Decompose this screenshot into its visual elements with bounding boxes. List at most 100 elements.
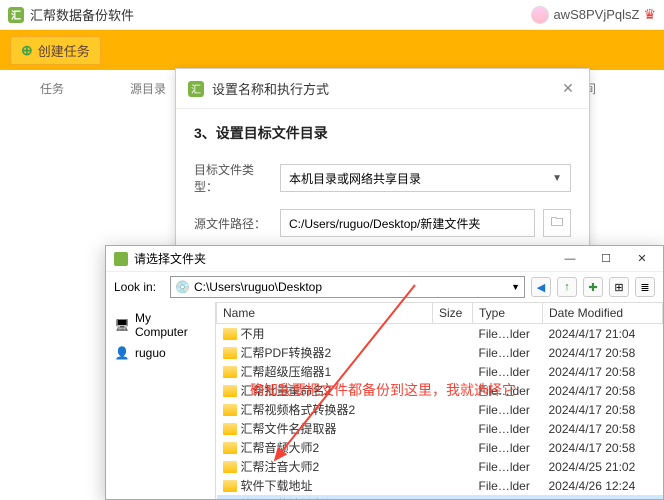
new-folder-icon: ✚ [588, 281, 597, 294]
folder-icon [223, 499, 237, 500]
close-button[interactable]: ✕ [627, 248, 657, 270]
target-type-label: 目标文件类型： [194, 161, 272, 195]
plus-icon: ⊕ [21, 42, 33, 59]
up-arrow-icon: ↑ [564, 281, 570, 293]
file-name: 软件下载地址 [241, 477, 313, 494]
source-path-input[interactable]: C:/Users/ruguo/Desktop/新建文件夹 [280, 209, 535, 237]
file-date: 2024/4/17 20:58 [543, 343, 663, 362]
avatar-icon [531, 6, 549, 24]
ribbon: ⊕ 创建任务 [0, 30, 664, 70]
user-name: awS8PVjPqlsZ [553, 7, 639, 22]
col-size[interactable]: Size [433, 303, 473, 324]
picker-pane: 🖥 My Computer 👤 ruguo Name Size Type Dat… [106, 302, 663, 499]
folder-icon [223, 385, 237, 397]
file-date: 2024/4/17 20:58 [543, 362, 663, 381]
picker-sidebar: 🖥 My Computer 👤 ruguo [106, 302, 216, 499]
file-name: 不用 [241, 325, 265, 342]
table-row[interactable]: 汇帮视频格式转换器2File…lder2024/4/17 20:58 [217, 400, 663, 419]
maximize-button[interactable]: ☐ [591, 248, 621, 270]
folder-icon [223, 366, 237, 378]
user-area[interactable]: awS8PVjPqlsZ ♛ [531, 6, 656, 24]
browse-folder-button[interactable]: 🗀 [543, 209, 571, 237]
new-folder-button[interactable]: ✚ [583, 277, 603, 297]
file-size [433, 362, 473, 381]
folder-icon [223, 423, 237, 435]
target-type-value: 本机目录或网络共享目录 [289, 170, 421, 187]
up-button[interactable]: ↑ [557, 277, 577, 297]
source-path-value: C:/Users/ruguo/Desktop/新建文件夹 [289, 215, 480, 232]
table-row[interactable]: 汇帮超级压缩器1File…lder2024/4/17 20:58 [217, 362, 663, 381]
user-icon: 👤 [114, 345, 130, 361]
detail-icon: ≣ [640, 281, 649, 294]
file-date: 2024/4/26 12:24 [543, 476, 663, 495]
target-type-select[interactable]: 本机目录或网络共享目录 ▼ [280, 164, 571, 192]
userfolder-label: ruguo [135, 346, 166, 360]
file-name: 汇帮注音大师2 [241, 458, 320, 475]
target-type-row: 目标文件类型： 本机目录或网络共享目录 ▼ [194, 161, 571, 195]
table-row[interactable]: 软件下载地址备份File…lder2024/4/26 12:26 [217, 495, 663, 499]
table-row[interactable]: 汇帮批量重命名2 File…lder2024/4/17 20:58 [217, 381, 663, 400]
back-button[interactable]: ◀ [531, 277, 551, 297]
file-date: 2024/4/17 20:58 [543, 381, 663, 400]
col-date[interactable]: Date Modified [543, 303, 663, 324]
folder-icon [223, 404, 237, 416]
app-small-icon: 汇 [188, 81, 204, 97]
table-row[interactable]: 汇帮音频大师2File…lder2024/4/17 20:58 [217, 438, 663, 457]
settings-header: 汇 设置名称和执行方式 ✕ [176, 69, 589, 109]
lookin-path: C:\Users\ruguo\Desktop [194, 280, 322, 294]
close-icon[interactable]: ✕ [559, 80, 577, 98]
settings-title: 设置名称和执行方式 [212, 79, 559, 98]
picker-title: 请选择文件夹 [134, 250, 549, 267]
file-name: 汇帮视频格式转换器2 [241, 401, 356, 418]
sidebar-item-user[interactable]: 👤 ruguo [112, 342, 209, 364]
folder-icon [223, 328, 237, 340]
settings-dialog: 汇 设置名称和执行方式 ✕ 3、设置目标文件目录 目标文件类型： 本机目录或网络… [175, 68, 590, 267]
mycomputer-label: My Computer [135, 311, 207, 339]
table-row[interactable]: 汇帮文件名提取器File…lder2024/4/17 20:58 [217, 419, 663, 438]
back-icon: ◀ [537, 281, 545, 294]
chevron-down-icon: ▼ [511, 282, 520, 292]
file-type: File…lder [473, 343, 543, 362]
folder-icon [223, 347, 237, 359]
detail-view-button[interactable]: ≣ [635, 277, 655, 297]
sidebar-item-mycomputer[interactable]: 🖥 My Computer [112, 308, 209, 342]
file-type: File…lder [473, 476, 543, 495]
file-size [433, 476, 473, 495]
col-type[interactable]: Type [473, 303, 543, 324]
lookin-combo[interactable]: 💿 C:\Users\ruguo\Desktop ▼ [170, 276, 525, 298]
file-name: 汇帮PDF转换器2 [241, 344, 332, 361]
file-type: File…lder [473, 457, 543, 476]
file-name: 汇帮音频大师2 [241, 439, 320, 456]
file-type: File…lder [473, 495, 543, 499]
file-name: 汇帮批量重命名2 [241, 382, 332, 399]
picker-app-icon [114, 252, 128, 266]
table-row[interactable]: 汇帮注音大师2 File…lder2024/4/25 21:02 [217, 457, 663, 476]
file-list[interactable]: Name Size Type Date Modified 不用 File…lder… [216, 302, 663, 499]
chevron-down-icon: ▼ [552, 173, 562, 184]
file-date: 2024/4/17 21:04 [543, 324, 663, 344]
app-title: 汇帮数据备份软件 [30, 5, 531, 24]
file-type: File…lder [473, 381, 543, 400]
file-type: File…lder [473, 419, 543, 438]
file-size [433, 438, 473, 457]
table-row[interactable]: 汇帮PDF转换器2 File…lder2024/4/17 20:58 [217, 343, 663, 362]
settings-body: 3、设置目标文件目录 目标文件类型： 本机目录或网络共享目录 ▼ 源文件路径： … [176, 109, 589, 266]
file-date: 2024/4/25 21:02 [543, 457, 663, 476]
folder-icon [223, 480, 237, 492]
file-date: 2024/4/17 20:58 [543, 400, 663, 419]
list-view-button[interactable]: ⊞ [609, 277, 629, 297]
col-name[interactable]: Name [217, 303, 433, 324]
file-size [433, 324, 473, 344]
col-task: 任务 [40, 80, 130, 97]
file-size [433, 457, 473, 476]
create-task-button[interactable]: ⊕ 创建任务 [10, 36, 101, 65]
create-task-label: 创建任务 [38, 41, 90, 60]
minimize-button[interactable]: — [555, 248, 585, 270]
file-type: File…lder [473, 324, 543, 344]
table-row[interactable]: 不用 File…lder2024/4/17 21:04 [217, 324, 663, 344]
file-date: 2024/4/26 12:26 [543, 495, 663, 499]
crown-icon: ♛ [643, 6, 656, 23]
table-row[interactable]: 软件下载地址 File…lder2024/4/26 12:24 [217, 476, 663, 495]
lookin-label: Look in: [114, 280, 164, 294]
folder-picker-dialog: 请选择文件夹 — ☐ ✕ Look in: 💿 C:\Users\ruguo\D… [105, 245, 664, 500]
